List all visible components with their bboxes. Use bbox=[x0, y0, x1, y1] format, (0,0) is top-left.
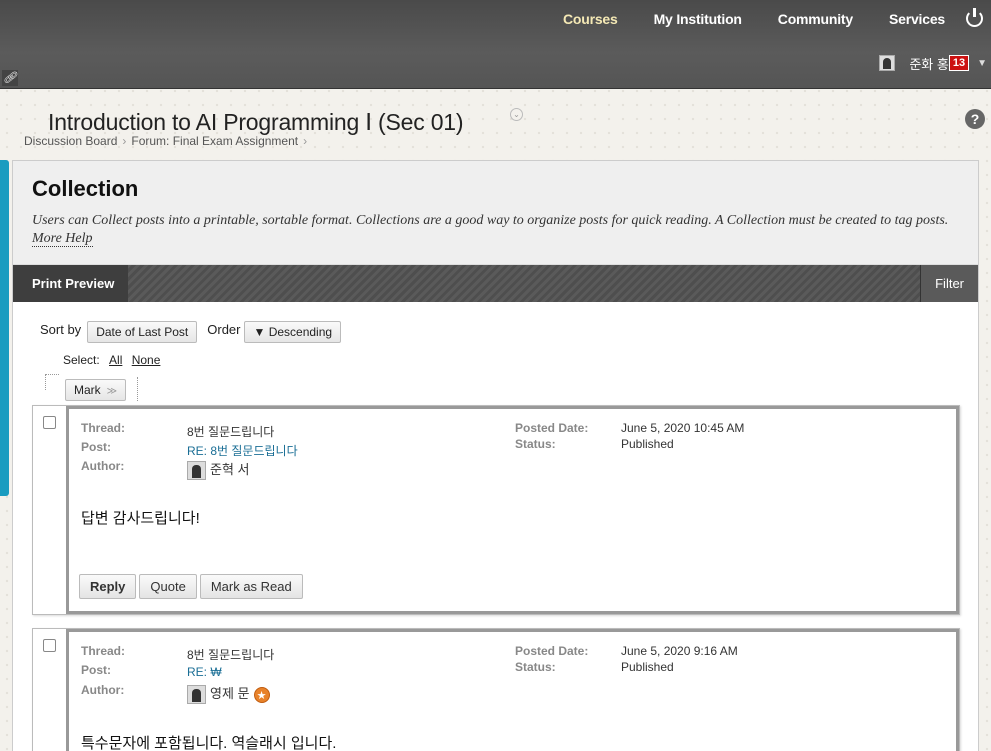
reply-button[interactable]: Reply bbox=[79, 574, 137, 599]
order-label: Order bbox=[207, 321, 241, 337]
thread-label: Thread: bbox=[81, 421, 126, 435]
post-content: Thread: 8번 질문드립니다 Post: RE: 8번 질문드립니다 Au… bbox=[66, 406, 959, 614]
divider bbox=[137, 377, 138, 401]
post-item: Thread: 8번 질문드립니다 Post: RE: ₩ Author: 영제… bbox=[32, 628, 960, 751]
breadcrumb: Discussion Board › Forum: Final Exam Ass… bbox=[24, 134, 312, 148]
user-avatar bbox=[879, 55, 896, 71]
select-row: Select: All None bbox=[63, 353, 160, 367]
post-body: 특수문자에 포함됩니다. 역슬래시 입니다. bbox=[81, 735, 337, 751]
status-value: Published bbox=[621, 660, 674, 674]
breadcrumb-separator-icon: › bbox=[303, 134, 308, 148]
posted-date-label: Posted Date: bbox=[515, 644, 589, 658]
post-item: Thread: 8번 질문드립니다 Post: RE: 8번 질문드립니다 Au… bbox=[32, 405, 960, 615]
user-menu[interactable]: 준화 홍 13 ▼ bbox=[879, 53, 991, 73]
star-badge-icon: ★ bbox=[253, 686, 270, 703]
notification-badge[interactable]: 13 bbox=[948, 55, 970, 71]
author-label: Author: bbox=[81, 683, 125, 697]
nav-my-institution[interactable]: My Institution bbox=[654, 11, 742, 29]
author-value: 준혁 서 bbox=[187, 459, 250, 481]
chevron-down-icon[interactable]: ▼ bbox=[977, 58, 987, 69]
chevron-down-icon: ≫ bbox=[106, 386, 118, 397]
top-nav: Courses My Institution Community Service… bbox=[563, 11, 945, 29]
help-icon[interactable]: ? bbox=[965, 109, 985, 129]
select-label: Select: bbox=[63, 353, 100, 367]
posted-date-value: June 5, 2020 10:45 AM bbox=[621, 421, 745, 435]
nav-community[interactable]: Community bbox=[778, 11, 853, 29]
print-preview-button[interactable]: Print Preview bbox=[13, 265, 129, 302]
post-checkbox[interactable] bbox=[43, 639, 56, 652]
post-link[interactable]: RE: 8번 질문드립니다 bbox=[187, 442, 298, 459]
logout-power-icon[interactable] bbox=[966, 8, 983, 27]
thread-value: 8번 질문드립니다 bbox=[187, 425, 275, 439]
collection-header: Collection Users can Collect posts into … bbox=[13, 161, 978, 265]
posted-date-label: Posted Date: bbox=[515, 421, 589, 435]
avatar bbox=[187, 461, 206, 481]
collection-panel: Collection Users can Collect posts into … bbox=[12, 160, 979, 751]
breadcrumb-forum[interactable]: Forum: Final Exam Assignment bbox=[131, 134, 298, 148]
post-content: Thread: 8번 질문드립니다 Post: RE: ₩ Author: 영제… bbox=[66, 629, 959, 751]
breadcrumb-discussion-board[interactable]: Discussion Board bbox=[24, 134, 117, 148]
left-accent-bar bbox=[0, 160, 9, 496]
sort-by-select[interactable]: Date of Last Post bbox=[87, 321, 198, 343]
author-label: Author: bbox=[81, 459, 125, 473]
collection-heading: Collection bbox=[32, 176, 139, 201]
posted-date-value: June 5, 2020 9:16 AM bbox=[621, 644, 738, 658]
more-help-link[interactable]: More Help bbox=[32, 231, 93, 247]
post-label: Post: bbox=[81, 663, 111, 677]
author-value: 영제 문 ★ bbox=[187, 683, 270, 705]
post-checkbox[interactable] bbox=[43, 416, 56, 429]
post-link[interactable]: RE: ₩ bbox=[187, 665, 222, 679]
post-actions: Reply Quote Mark as Read bbox=[79, 574, 306, 599]
status-label: Status: bbox=[515, 660, 556, 674]
top-header: Courses My Institution Community Service… bbox=[0, 0, 991, 89]
link-icon[interactable]: 🔗︎ bbox=[2, 70, 18, 86]
action-bar: Print Preview Filter bbox=[13, 265, 978, 302]
course-menu-chevron-icon[interactable]: ⌄ bbox=[510, 108, 523, 121]
thread-label: Thread: bbox=[81, 644, 126, 658]
course-title: Introduction to AI Programming Ⅰ (Sec 01… bbox=[48, 109, 464, 135]
post-label: Post: bbox=[81, 440, 111, 454]
mark-as-read-button[interactable]: Mark as Read bbox=[199, 574, 303, 599]
filter-button[interactable]: Filter bbox=[920, 265, 978, 302]
avatar bbox=[187, 685, 206, 705]
nav-courses[interactable]: Courses bbox=[563, 11, 618, 29]
status-label: Status: bbox=[515, 437, 556, 451]
sort-by-label: Sort by bbox=[40, 321, 82, 337]
nav-services[interactable]: Services bbox=[889, 11, 945, 29]
select-none-link[interactable]: None bbox=[132, 353, 161, 367]
quote-button[interactable]: Quote bbox=[139, 574, 197, 599]
select-all-link[interactable]: All bbox=[109, 353, 122, 367]
user-name: 준화 홍 bbox=[909, 56, 949, 72]
tree-branch bbox=[45, 374, 59, 390]
post-body: 답변 감사드립니다! bbox=[81, 510, 200, 527]
collection-description: Users can Collect posts into a printable… bbox=[32, 213, 949, 247]
sort-row: Sort by Date of Last Post Order ▼ Descen… bbox=[40, 315, 351, 343]
thread-value: 8번 질문드립니다 bbox=[187, 648, 275, 662]
breadcrumb-separator-icon: › bbox=[122, 134, 127, 148]
order-select[interactable]: ▼ Descending bbox=[244, 321, 342, 343]
mark-button[interactable]: Mark ≫ bbox=[65, 379, 127, 401]
status-value: Published bbox=[621, 437, 674, 451]
